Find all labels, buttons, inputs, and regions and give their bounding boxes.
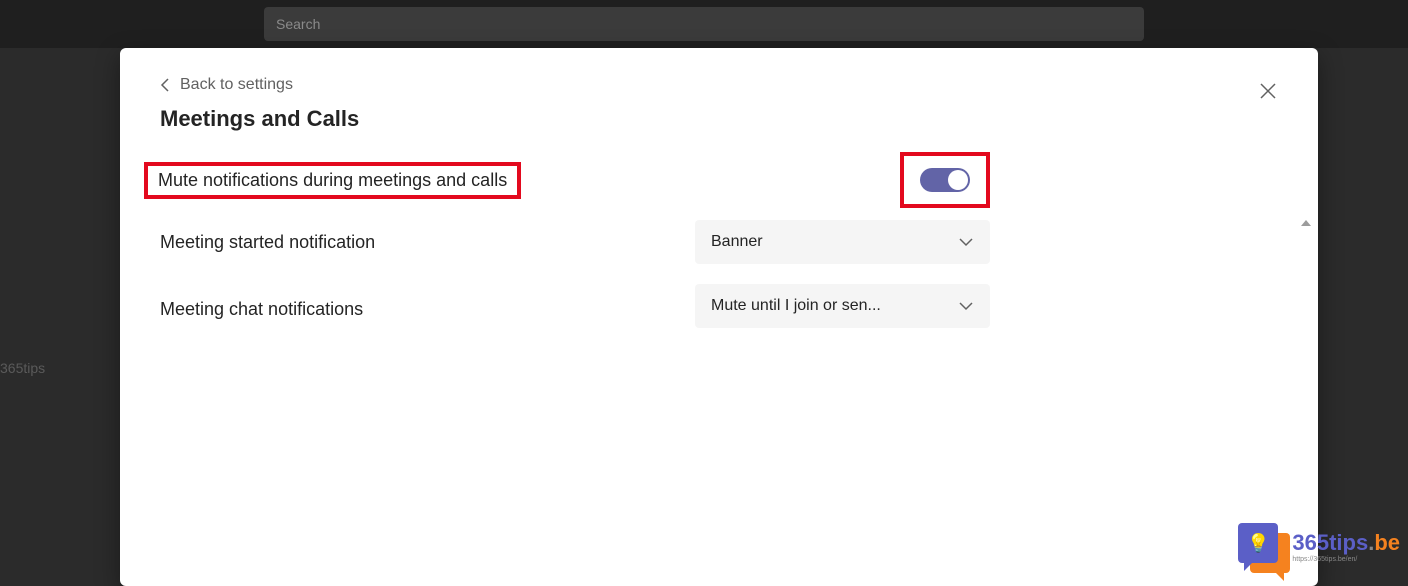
close-icon [1259,82,1277,100]
chevron-down-icon [958,237,974,247]
settings-dialog: Back to settings Meetings and Calls Mute… [120,48,1318,586]
logo-suffix: be [1374,530,1400,555]
setting-row-mute-notifications: Mute notifications during meetings and c… [160,152,990,208]
logo-icon: 💡 [1238,523,1286,571]
search-input[interactable]: Search [264,7,1144,41]
scrollbar-up-arrow-icon[interactable] [1301,220,1311,226]
back-to-settings-link[interactable]: Back to settings [160,76,293,94]
logo-text: 365tips.be https://365tips.be/en/ [1292,532,1400,563]
meeting-started-dropdown[interactable]: Banner [695,220,990,264]
dropdown-value: Banner [711,233,763,251]
setting-label: Mute notifications during meetings and c… [158,170,507,190]
dropdown-value: Mute until I join or sen... [711,297,881,315]
meeting-chat-dropdown[interactable]: Mute until I join or sen... [695,284,990,328]
chevron-down-icon [958,301,974,311]
setting-row-meeting-started: Meeting started notification Banner [160,220,990,264]
setting-row-meeting-chat: Meeting chat notifications Mute until I … [160,290,990,328]
bg-text: 365tips [0,360,45,376]
mute-notifications-toggle[interactable] [920,168,970,192]
highlight-label-box: Mute notifications during meetings and c… [144,162,521,199]
dialog-header: Back to settings Meetings and Calls [120,48,1318,132]
setting-label: Meeting started notification [160,232,375,253]
search-placeholder: Search [276,16,320,32]
highlight-toggle-box [900,152,990,208]
logo-url: https://365tips.be/en/ [1292,556,1400,563]
setting-label: Meeting chat notifications [160,299,363,320]
close-button[interactable] [1258,81,1278,101]
watermark-logo: 💡 365tips.be https://365tips.be/en/ [1238,523,1400,571]
chevron-left-icon [160,78,170,92]
page-title: Meetings and Calls [160,106,1278,132]
top-bar: Search [0,0,1408,48]
settings-content: Mute notifications during meetings and c… [120,152,1318,328]
logo-brand: 365tips [1292,530,1368,555]
back-label: Back to settings [180,76,293,94]
